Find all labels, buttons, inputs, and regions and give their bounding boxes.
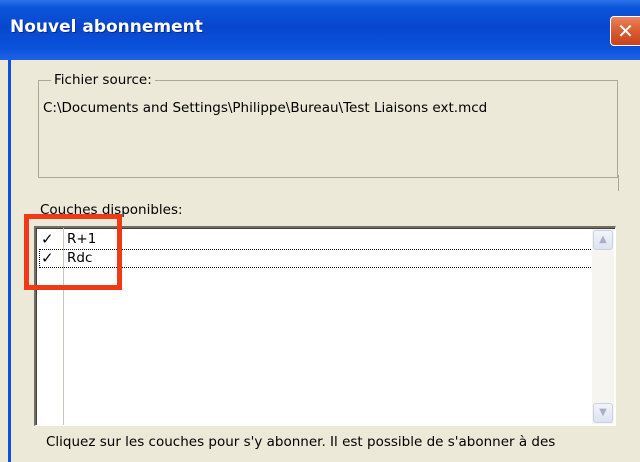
layers-listbox[interactable]: ✓ R+1 ✓ Rdc ▲ ▼ (34, 226, 616, 426)
close-button[interactable]: ✕ (610, 16, 640, 46)
checkmark-icon[interactable]: ✓ (41, 250, 59, 267)
layer-label: R+1 (67, 231, 97, 247)
source-file-path: C:\Documents and Settings\Philippe\Burea… (43, 100, 488, 116)
window-title: Nouvel abonnement (10, 17, 203, 37)
layer-item-r1[interactable]: ✓ R+1 (39, 230, 595, 249)
layer-label: Rdc (67, 250, 93, 266)
separator (618, 175, 619, 191)
layers-label: Couches disponibles: (40, 202, 183, 218)
title-bar: Nouvel abonnement ✕ (0, 0, 640, 60)
instructions-text: Cliquez sur les couches pour s'y abonner… (46, 434, 556, 450)
scroll-up-icon[interactable]: ▲ (593, 230, 613, 250)
source-file-group: Fichier source: C:\Documents and Setting… (38, 72, 618, 178)
scroll-down-icon[interactable]: ▼ (593, 403, 613, 423)
close-icon: ✕ (617, 19, 634, 43)
source-file-legend: Fichier source: (51, 72, 155, 88)
layer-item-rdc[interactable]: ✓ Rdc (39, 249, 595, 268)
vertical-scrollbar[interactable]: ▲ ▼ (592, 229, 614, 424)
checkmark-icon[interactable]: ✓ (41, 231, 59, 248)
